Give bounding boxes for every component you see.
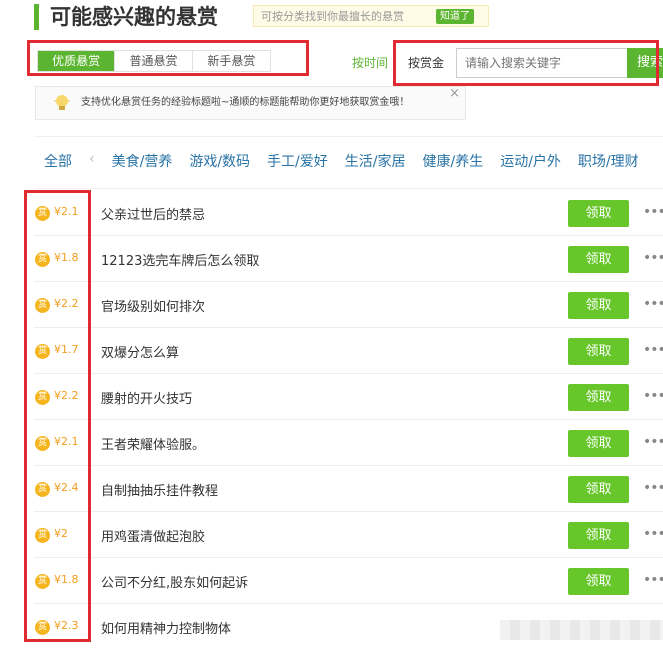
notice-text: 支持优化悬赏任务的经验标题啦~通顺的标题能帮助你更好地获取赏金哦！	[81, 97, 410, 108]
bounty-row: 赏 ¥1.8 12123选完车牌后怎么领取 领取 •••	[0, 236, 663, 282]
category-item[interactable]: 游戏/数码	[189, 151, 250, 171]
category-item[interactable]: 生活/家居	[345, 151, 406, 171]
hint-dismiss-button[interactable]: 知道了	[436, 9, 474, 24]
claim-button[interactable]: 领取	[568, 476, 629, 503]
more-icon[interactable]: •••	[643, 480, 663, 496]
category-item[interactable]: 职场/理财	[578, 151, 639, 171]
more-icon[interactable]: •••	[643, 434, 663, 450]
category-item[interactable]: 美食/营养	[112, 151, 173, 171]
more-icon[interactable]: •••	[643, 526, 663, 542]
claim-button[interactable]: 领取	[568, 338, 629, 365]
claim-button[interactable]: 领取	[568, 246, 629, 273]
question-title[interactable]: 双爆分怎么算	[101, 342, 179, 361]
claim-button[interactable]: 领取	[568, 522, 629, 549]
notice-banner: 支持优化悬赏任务的经验标题啦~通顺的标题能帮助你更好地获取赏金哦！ ×	[35, 86, 466, 120]
claim-button[interactable]: 领取	[568, 292, 629, 319]
bounty-row: 赏 ¥1.7 双爆分怎么算 领取 •••	[0, 328, 663, 374]
bounty-row: 赏 ¥2.4 自制抽抽乐挂件教程 领取 •••	[0, 466, 663, 512]
lightbulb-icon	[54, 95, 70, 110]
category-item[interactable]: 手工/爱好	[267, 151, 328, 171]
question-title[interactable]: 用鸡蛋清做起泡胶	[101, 526, 205, 545]
category-item[interactable]: 健康/养生	[422, 151, 483, 171]
divider	[34, 188, 663, 189]
page-title: 可能感兴趣的悬赏	[50, 5, 218, 29]
bounty-row: 赏 ¥2.2 官场级别如何排次 领取 •••	[0, 282, 663, 328]
question-title[interactable]: 自制抽抽乐挂件教程	[101, 480, 218, 499]
sort-by-time[interactable]: 按时间	[352, 54, 388, 71]
question-title[interactable]: 父亲过世后的禁忌	[101, 204, 205, 223]
more-icon[interactable]: •••	[643, 342, 663, 358]
claim-button[interactable]: 领取	[568, 430, 629, 457]
highlight-box-tabs	[27, 40, 309, 76]
bounty-row: 赏 ¥1.8 公司不分红,股东如何起诉 领取 •••	[0, 558, 663, 604]
question-title[interactable]: 如何用精神力控制物体	[101, 618, 231, 637]
question-title[interactable]: 王者荣耀体验服。	[101, 434, 205, 453]
more-icon[interactable]: •••	[643, 572, 663, 588]
divider	[34, 136, 663, 137]
more-icon[interactable]: •••	[643, 250, 663, 266]
category-item[interactable]: 运动/户外	[500, 151, 561, 171]
bounty-row: 赏 ¥2.1 王者荣耀体验服。 领取 •••	[0, 420, 663, 466]
category-all[interactable]: 全部	[44, 151, 72, 171]
question-title[interactable]: 公司不分红,股东如何起诉	[101, 572, 248, 591]
hint-box: 可按分类找到你最擅长的悬赏 知道了	[253, 5, 489, 27]
bounty-row: 赏 ¥2.2 腰射的开火技巧 领取 •••	[0, 374, 663, 420]
question-title[interactable]: 腰射的开火技巧	[101, 388, 192, 407]
category-nav: 全部 ‹ 美食/营养 游戏/数码 手工/爱好 生活/家居 健康/养生 运动/户外…	[44, 151, 656, 171]
bounty-row: 赏 ¥2 用鸡蛋清做起泡胶 领取 •••	[0, 512, 663, 558]
claim-button[interactable]: 领取	[568, 568, 629, 595]
title-accent-bar	[34, 4, 39, 30]
claim-button[interactable]: 领取	[568, 200, 629, 227]
blurred-watermark	[500, 620, 663, 640]
highlight-box-search	[393, 40, 659, 86]
question-title[interactable]: 12123选完车牌后怎么领取	[101, 250, 259, 269]
more-icon[interactable]: •••	[643, 204, 663, 220]
chevron-left-icon[interactable]: ‹	[89, 151, 95, 171]
bounty-row: 赏 ¥2.1 父亲过世后的禁忌 领取 •••	[0, 190, 663, 236]
more-icon[interactable]: •••	[643, 296, 663, 312]
close-icon[interactable]: ×	[449, 78, 460, 110]
question-title[interactable]: 官场级别如何排次	[101, 296, 205, 315]
more-icon[interactable]: •••	[643, 388, 663, 404]
claim-button[interactable]: 领取	[568, 384, 629, 411]
hint-text: 可按分类找到你最擅长的悬赏	[261, 10, 404, 23]
highlight-box-rewards	[24, 190, 91, 642]
